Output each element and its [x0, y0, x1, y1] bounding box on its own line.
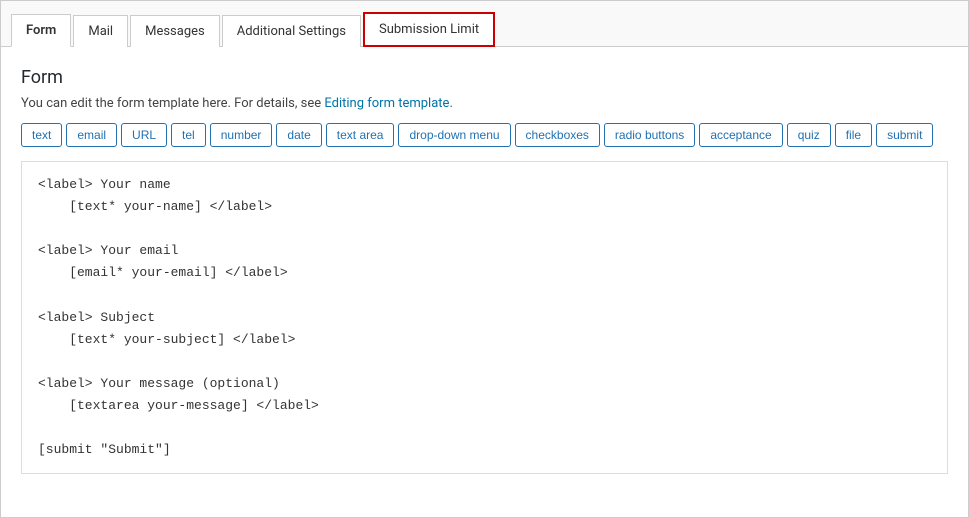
main-content: Form You can edit the form template here… — [1, 47, 968, 494]
tab-additional-settings[interactable]: Additional Settings — [222, 15, 361, 47]
tag-btn-tel[interactable]: tel — [171, 123, 206, 147]
tag-btn-radio-buttons[interactable]: radio buttons — [604, 123, 695, 147]
tab-submission-limit[interactable]: Submission Limit — [363, 12, 495, 47]
description-suffix: . — [449, 96, 452, 111]
tag-btn-text[interactable]: text — [21, 123, 62, 147]
tab-form[interactable]: Form — [11, 14, 71, 47]
tag-btn-acceptance[interactable]: acceptance — [699, 123, 782, 147]
tag-btn-drop-down-menu[interactable]: drop-down menu — [398, 123, 510, 147]
tag-btn-url[interactable]: URL — [121, 123, 167, 147]
editing-form-template-link[interactable]: Editing form template — [324, 96, 449, 111]
tag-btn-email[interactable]: email — [66, 123, 117, 147]
tag-btn-number[interactable]: number — [210, 123, 273, 147]
tab-mail[interactable]: Mail — [73, 15, 128, 47]
tab-messages[interactable]: Messages — [130, 15, 220, 47]
tag-btn-quiz[interactable]: quiz — [787, 123, 831, 147]
tag-btn-submit[interactable]: submit — [876, 123, 933, 147]
section-description: You can edit the form template here. For… — [21, 96, 948, 111]
section-title: Form — [21, 67, 948, 88]
tag-buttons-container: textemailURLtelnumberdatetext areadrop-d… — [21, 123, 948, 147]
tag-btn-file[interactable]: file — [835, 123, 872, 147]
page-wrapper: FormMailMessagesAdditional SettingsSubmi… — [0, 0, 969, 518]
description-prefix: You can edit the form template here. For… — [21, 96, 324, 111]
tag-btn-checkboxes[interactable]: checkboxes — [515, 123, 600, 147]
tag-btn-date[interactable]: date — [276, 123, 321, 147]
tag-btn-text-area[interactable]: text area — [326, 123, 395, 147]
code-editor[interactable]: <label> Your name [text* your-name] </la… — [21, 161, 948, 474]
tabs-bar: FormMailMessagesAdditional SettingsSubmi… — [1, 1, 968, 47]
